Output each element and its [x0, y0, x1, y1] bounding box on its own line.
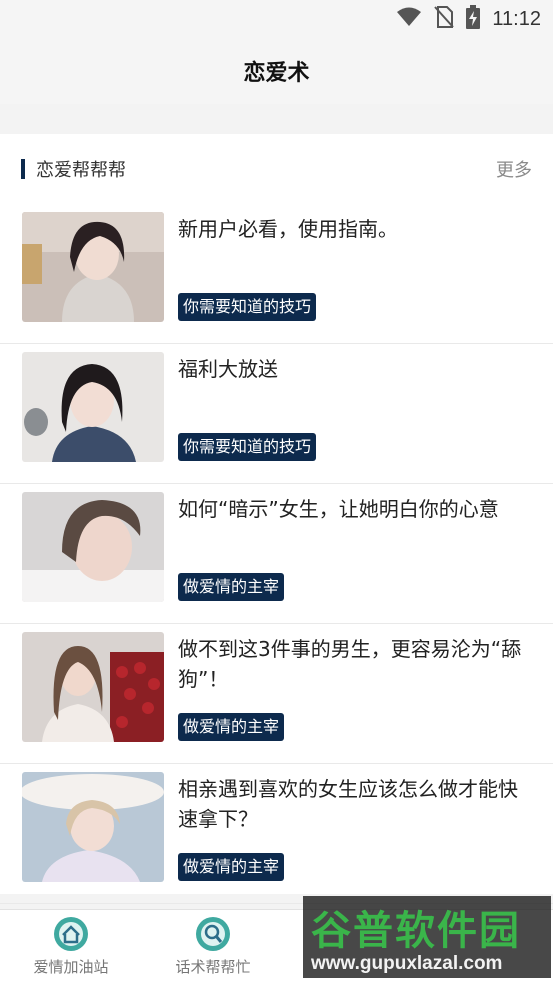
article-tag: 做爱情的主宰: [178, 713, 285, 741]
search-icon: [195, 916, 231, 952]
more-link[interactable]: 更多: [496, 156, 532, 182]
tab-label: 话术帮帮忙: [175, 958, 251, 976]
home-icon: [53, 916, 89, 952]
no-sim-icon: [434, 6, 455, 32]
article-title: 福利大放送: [178, 357, 278, 381]
article-tag: 你需要知道的技巧: [178, 293, 317, 321]
list-item[interactable]: 新用户必看，使用指南。 你需要知道的技巧: [0, 204, 553, 344]
status-icons: 11:12: [396, 5, 541, 33]
list-item[interactable]: 如何“暗示”女生，让她明白你的心意 做爱情的主宰: [0, 484, 553, 624]
watermark-logo-text: 谷普软件园: [311, 908, 521, 954]
article-thumbnail: [22, 212, 164, 322]
article-thumbnail: [22, 632, 164, 742]
list-item[interactable]: 相亲遇到喜欢的女生应该怎么做才能快速拿下？ 做爱情的主宰: [0, 764, 553, 904]
article-title: 做不到这3件事的男生，更容易沦为“舔狗”！: [178, 637, 522, 691]
page-title: 恋爱术: [243, 61, 310, 86]
section-title: 恋爱帮帮帮: [36, 160, 126, 181]
article-thumbnail: [22, 772, 164, 882]
status-time: 11:12: [492, 7, 541, 30]
site-watermark: 谷普软件园 www.gupuxlazal.com: [303, 896, 551, 978]
title-bar: 恋爱术: [0, 38, 553, 104]
tab-love-station[interactable]: 爱情加油站: [2, 910, 140, 983]
article-card: 恋爱帮帮帮 更多 新用户必看，使用指南。 你需要知道的技巧 福利大放送 你需要知…: [0, 134, 553, 904]
article-tag: 做爱情的主宰: [178, 573, 285, 601]
watermark-url: www.gupuxlazal.com: [311, 953, 503, 974]
tab-chat-help[interactable]: 话术帮帮忙: [144, 910, 282, 983]
list-item[interactable]: 福利大放送 你需要知道的技巧: [0, 344, 553, 484]
article-tag: 你需要知道的技巧: [178, 433, 317, 461]
list-item[interactable]: 做不到这3件事的男生，更容易沦为“舔狗”！ 做爱情的主宰: [0, 624, 553, 764]
section-accent-bar: [21, 159, 25, 179]
article-title: 新用户必看，使用指南。: [178, 217, 398, 241]
section-header: 恋爱帮帮帮 更多: [0, 134, 553, 204]
article-title: 如何“暗示”女生，让她明白你的心意: [178, 497, 499, 521]
tab-label: 爱情加油站: [33, 958, 109, 976]
wifi-icon: [396, 7, 422, 31]
article-thumbnail: [22, 492, 164, 602]
article-tag: 做爱情的主宰: [178, 853, 285, 881]
status-bar: 11:12: [0, 0, 553, 38]
article-title: 相亲遇到喜欢的女生应该怎么做才能快速拿下？: [178, 777, 518, 831]
article-thumbnail: [22, 352, 164, 462]
battery-charging-icon: [466, 5, 481, 33]
